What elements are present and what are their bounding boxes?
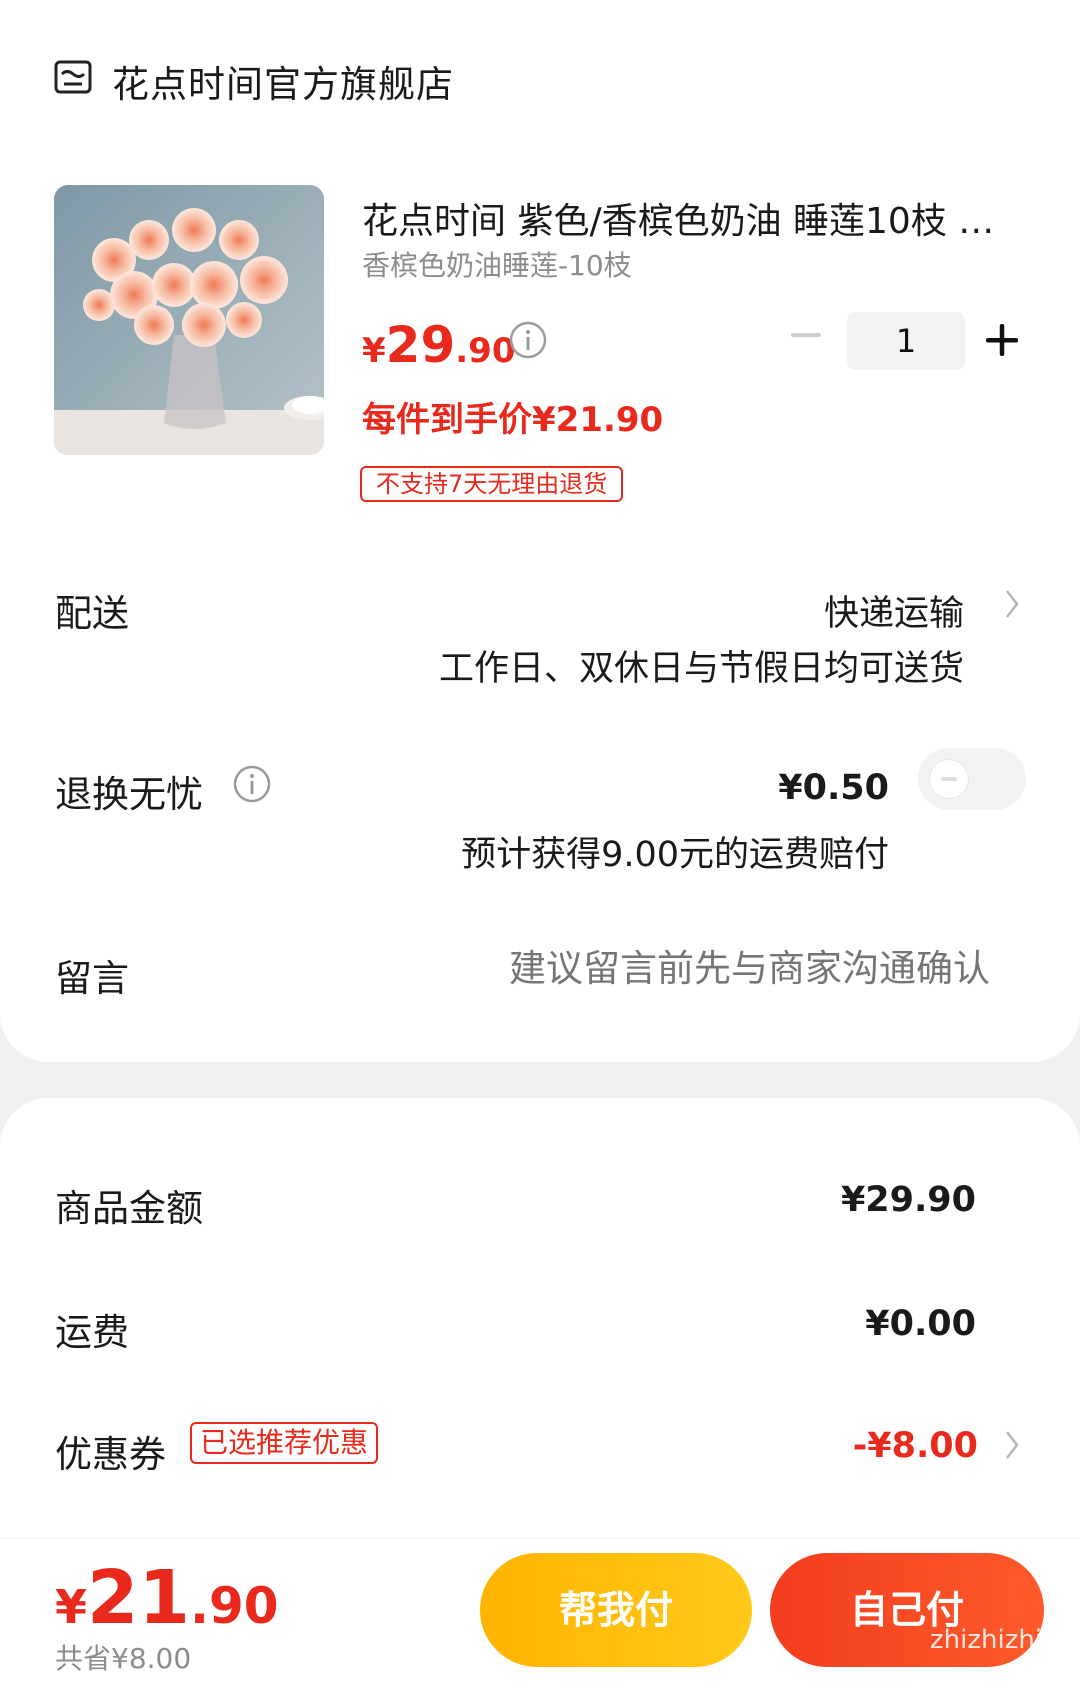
delivery-schedule: 工作日、双休日与节假日均可送货 (438, 649, 964, 689)
chevron-right-icon[interactable] (1003, 1428, 1021, 1462)
return-worry-compensation: 预计获得9.00元的运费赔付 (461, 835, 889, 875)
note-input[interactable] (370, 948, 990, 990)
return-policy-badge: 不支持7天无理由退货 (360, 466, 624, 502)
coupon-label: 优惠券 (55, 1433, 166, 1476)
product-title[interactable]: 花点时间 紫色/香槟色奶油 睡莲10枝 … (362, 192, 1026, 244)
quantity-input[interactable]: 1 (847, 312, 965, 370)
info-icon[interactable] (508, 320, 548, 360)
goods-amount-value: ¥29.90 (840, 1180, 976, 1220)
return-worry-price: ¥0.50 (778, 768, 889, 808)
price-symbol: ¥ (362, 331, 386, 371)
help-me-pay-button[interactable]: 帮我付 (480, 1553, 752, 1667)
shipping-value: ¥0.00 (865, 1304, 976, 1344)
total-integer: 21 (87, 1555, 190, 1641)
return-worry-toggle[interactable] (918, 748, 1026, 810)
product-sku[interactable]: 香槟色奶油睡莲-10枝 (362, 244, 632, 284)
product-image[interactable] (54, 185, 324, 455)
delivery-method[interactable]: 快递运输 (824, 585, 964, 636)
checkout-bar: ¥21.90 共省¥8.00 帮我付 自己付 zhizhizhi.com (0, 1538, 1080, 1684)
product-price: ¥29.90 (362, 316, 516, 374)
note-label: 留言 (55, 957, 129, 1000)
goods-amount-label: 商品金额 (55, 1187, 203, 1230)
chevron-right-icon[interactable] (1003, 587, 1021, 621)
net-price: 每件到手价¥21.90 (362, 400, 664, 440)
plus-icon[interactable] (986, 324, 1018, 356)
info-icon[interactable] (232, 764, 272, 804)
coupon-badge: 已选推荐优惠 (190, 1422, 379, 1464)
price-decimal: .90 (455, 331, 516, 371)
store-name[interactable]: 花点时间官方旗舰店 (112, 54, 454, 108)
delivery-label: 配送 (55, 592, 129, 635)
total-saved: 共省¥8.00 (55, 1642, 192, 1675)
total-symbol: ¥ (55, 1580, 88, 1634)
watermark: zhizhizhi.com (930, 1625, 1080, 1655)
coupon-value[interactable]: -¥8.00 (853, 1426, 978, 1466)
toggle-knob (930, 760, 968, 798)
shipping-label: 运费 (55, 1311, 129, 1354)
store-icon (54, 60, 92, 94)
order-card: 花点时间官方旗舰店 花点时间 紫色/香槟色奶油 睡莲10枝 … 香槟色奶油睡莲-… (0, 0, 1080, 1062)
total-price: ¥21.90 (55, 1555, 279, 1641)
price-integer: 29 (385, 316, 456, 374)
total-decimal: .90 (190, 1577, 279, 1635)
return-worry-label: 退换无忧 (55, 773, 203, 816)
minus-icon[interactable] (789, 318, 823, 352)
